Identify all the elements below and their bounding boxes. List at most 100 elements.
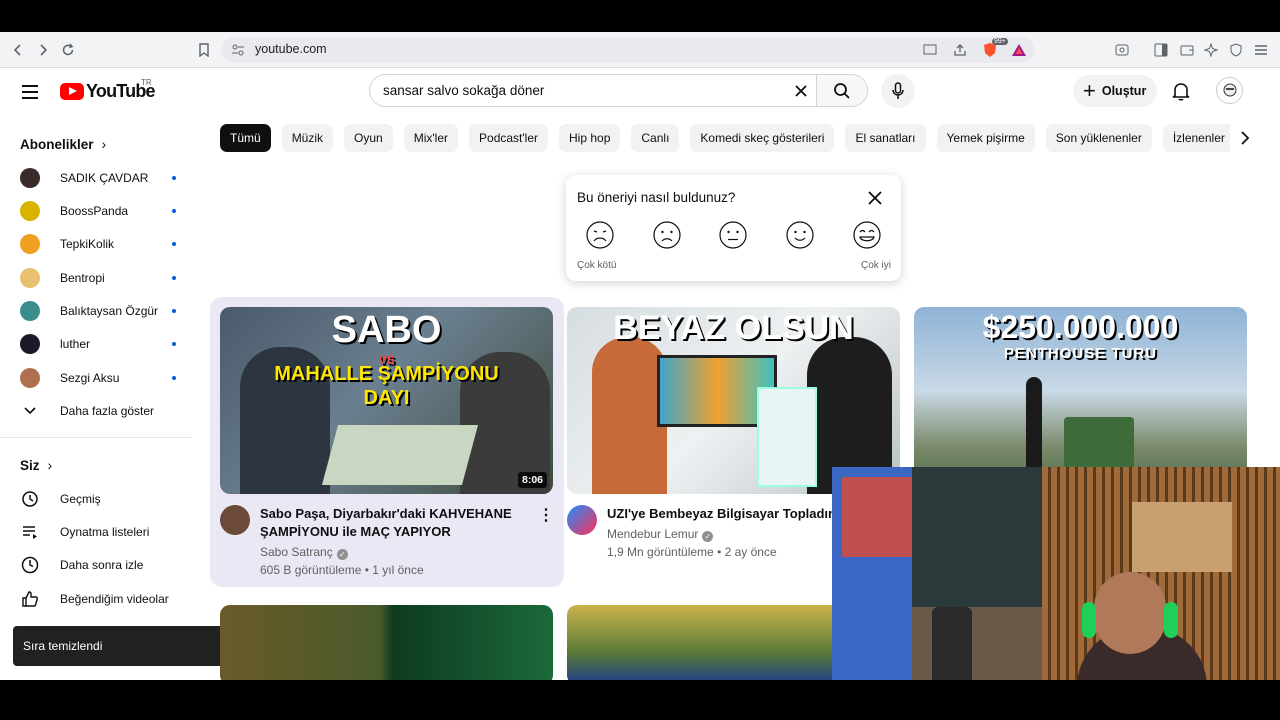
chip-gaming[interactable]: Oyun [344, 124, 393, 152]
sidebar-item-subscription[interactable]: Sezgi Aksu [20, 361, 176, 394]
sidebar-item-subscription[interactable]: Balıktaysan Özgür [20, 294, 176, 327]
sidebar-toggle-icon[interactable] [1151, 40, 1171, 60]
new-content-dot [172, 241, 176, 246]
hamburger-menu-icon[interactable] [18, 80, 42, 104]
sidebar-item-liked-videos[interactable]: Beğendiğim videolar [20, 582, 176, 615]
sidebar-item-subscription[interactable]: luther [20, 327, 176, 360]
sad-face-icon[interactable] [652, 220, 682, 250]
more-options-icon[interactable]: ⋮ [538, 505, 554, 525]
webcam-poster [842, 477, 912, 557]
menu-icon[interactable] [1251, 40, 1271, 60]
wallet-icon[interactable] [1177, 40, 1197, 60]
new-content-dot [172, 208, 176, 213]
channel-avatar [20, 200, 40, 221]
sidebar-item-history[interactable]: Geçmiş [20, 482, 176, 515]
create-label: Oluştur [1101, 84, 1147, 98]
happy-face-icon[interactable] [785, 220, 815, 250]
chip-crafts[interactable]: El sanatları [845, 124, 926, 152]
back-icon[interactable] [8, 40, 28, 60]
sidebar-item-playlists[interactable]: Oynatma listeleri [20, 515, 176, 548]
channel-name-text: Sabo Satranç [260, 545, 333, 559]
video-thumbnail[interactable]: SABO VS MAHALLE ŞAMPİYONU DAYI 8:06 [220, 307, 553, 494]
browser-toolbar: youtube.com 99+ [0, 32, 1280, 68]
clear-search-icon[interactable] [789, 79, 813, 103]
very-sad-face-icon[interactable] [585, 220, 615, 250]
chip-live[interactable]: Canlı [631, 124, 680, 152]
chip-music[interactable]: Müzik [281, 124, 334, 152]
create-button[interactable]: + Oluştur [1073, 75, 1157, 107]
cast-icon[interactable] [920, 40, 940, 60]
sidebar-item-label: luther [60, 336, 91, 351]
tab-search-icon[interactable] [1112, 40, 1132, 60]
chip-cooking[interactable]: Yemek pişirme [936, 124, 1035, 152]
address-bar[interactable]: youtube.com 99+ [222, 37, 1034, 63]
chip-hip-hop[interactable]: Hip hop [559, 124, 621, 152]
sidebar-item-watch-later[interactable]: Daha sonra izle [20, 548, 176, 581]
video-thumbnail[interactable]: $250.000.000 PENTHOUSE TURU [914, 307, 1247, 494]
channel-name[interactable]: Sabo Satranç ✓ [260, 543, 348, 561]
search-query[interactable]: sansar salvo sokağa döner [383, 83, 544, 98]
channel-avatar [20, 367, 40, 388]
chip-recently-uploaded[interactable]: Son yüklenenler [1045, 124, 1152, 152]
sidebar: Abonelikler › SADIK ÇAVDAR BoossPanda Te… [0, 124, 200, 680]
close-icon[interactable] [864, 187, 886, 209]
channel-name-text: Mendebur Lemur [607, 527, 699, 541]
very-happy-face-icon[interactable] [852, 220, 882, 250]
forward-icon[interactable] [33, 40, 53, 60]
chip-all[interactable]: Tümü [220, 124, 271, 152]
survey-question: Bu öneriyi nasıl buldunuz? [577, 190, 736, 205]
webcam-headset [1082, 602, 1096, 638]
channel-avatar[interactable] [567, 505, 597, 535]
thumbs-up-icon [20, 589, 40, 609]
subscriptions-heading[interactable]: Abonelikler › [20, 136, 106, 152]
sidebar-item-label: BoossPanda [60, 203, 129, 218]
you-heading[interactable]: Siz › [20, 457, 52, 473]
chevron-right-icon: › [101, 136, 107, 152]
playlist-icon [20, 522, 40, 542]
sidebar-item-label: TepkiKolik [60, 236, 115, 251]
channel-avatar [20, 233, 40, 254]
sidebar-item-subscription[interactable]: Bentropi [20, 261, 176, 294]
screen-top-bar [0, 0, 1280, 32]
channel-name[interactable]: Mendebur Lemur ✓ [607, 525, 714, 543]
video-thumbnail[interactable] [220, 605, 553, 680]
reload-icon[interactable] [58, 40, 78, 60]
channel-avatar[interactable] [220, 505, 250, 535]
sidebar-item-subscription[interactable]: SADIK ÇAVDAR [20, 161, 176, 194]
chip-podcasts[interactable]: Podcast'ler [469, 124, 549, 152]
chip-comedy-sketches[interactable]: Komedi skeç gösterileri [690, 124, 835, 152]
search-icon [834, 82, 850, 99]
verified-icon: ✓ [702, 531, 714, 542]
sidebar-item-label: Beğendiğim videolar [60, 591, 169, 606]
show-more-label: Daha fazla göster [60, 403, 155, 418]
you-heading-label: Siz [20, 457, 40, 473]
chip-watched[interactable]: İzlenenler [1162, 124, 1235, 152]
search-input[interactable]: sansar salvo sokağa döner [369, 74, 817, 107]
new-content-dot [172, 275, 176, 280]
leo-ai-icon[interactable] [1201, 40, 1221, 60]
video-title[interactable]: Sabo Paşa, Diyarbakır'daki KAHVEHANE ŞAM… [260, 505, 530, 541]
notifications-bell-icon[interactable] [1168, 78, 1194, 104]
video-thumbnail[interactable]: BEYAZ OLSUN [567, 307, 900, 494]
site-settings-icon[interactable] [228, 40, 248, 60]
brave-rewards-icon[interactable] [1009, 40, 1029, 60]
share-icon[interactable] [950, 40, 970, 60]
neutral-face-icon[interactable] [718, 220, 748, 250]
voice-search-button[interactable] [881, 74, 915, 108]
vpn-icon[interactable] [1226, 40, 1246, 60]
screen-bottom-bar [0, 680, 1280, 720]
chip-mixes[interactable]: Mix'ler [403, 124, 459, 152]
video-duration: 8:06 [517, 472, 547, 488]
history-icon [20, 489, 40, 509]
sidebar-item-subscription[interactable]: TepkiKolik [20, 227, 176, 260]
chips-next-chevron-icon[interactable] [1230, 124, 1260, 152]
url-text[interactable]: youtube.com [255, 42, 327, 56]
sidebar-item-subscription[interactable]: BoossPanda [20, 194, 176, 227]
account-avatar[interactable] [1216, 77, 1243, 104]
subscriptions-heading-label: Abonelikler [20, 136, 94, 152]
survey-min-label: Çok kötü [577, 260, 617, 271]
show-more-button[interactable]: Daha fazla göster [20, 394, 176, 427]
webcam-monitor [912, 467, 1042, 607]
bookmark-icon[interactable] [194, 40, 214, 60]
search-button[interactable] [816, 74, 868, 107]
